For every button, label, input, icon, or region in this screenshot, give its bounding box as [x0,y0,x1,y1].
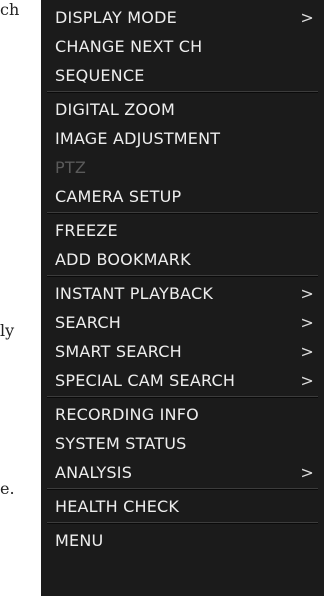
menu-item-label: INSTANT PLAYBACK [55,284,214,303]
menu-item-label: CHANGE NEXT CH [55,37,203,56]
menu-item-freeze[interactable]: FREEZE [41,216,324,245]
menu-item-label: SPECIAL CAM SEARCH [55,371,236,390]
menu-item-digital-zoom[interactable]: DIGITAL ZOOM [41,95,324,124]
submenu-arrow-icon: > [300,342,314,361]
menu-item-label: SMART SEARCH [55,342,182,361]
menu-item-sequence[interactable]: SEQUENCE [41,61,324,90]
menu-item-add-bookmark[interactable]: ADD BOOKMARK [41,245,324,274]
background-text-fragment: ly [0,321,15,340]
submenu-arrow-icon: > [300,8,314,27]
menu-item-label: SYSTEM STATUS [55,434,187,453]
submenu-arrow-icon: > [300,313,314,332]
menu-item-label: ANALYSIS [55,463,133,482]
menu-item-label: ADD BOOKMARK [55,250,191,269]
menu-item-label: CAMERA SETUP [55,187,182,206]
context-menu: DISPLAY MODE > CHANGE NEXT CH SEQUENCE D… [41,0,324,596]
menu-item-recording-info[interactable]: RECORDING INFO [41,400,324,429]
menu-item-label: MENU [55,531,104,550]
menu-item-label: HEALTH CHECK [55,497,180,516]
menu-item-label: PTZ [55,158,86,177]
background-text-fragment: ch [0,0,20,19]
menu-item-system-status[interactable]: SYSTEM STATUS [41,429,324,458]
background-text-fragment: e. [0,479,15,498]
menu-item-change-next-ch[interactable]: CHANGE NEXT CH [41,32,324,61]
submenu-arrow-icon: > [300,284,314,303]
menu-item-label: IMAGE ADJUSTMENT [55,129,221,148]
submenu-arrow-icon: > [300,371,314,390]
menu-item-smart-search[interactable]: SMART SEARCH > [41,337,324,366]
menu-item-label: FREEZE [55,221,118,240]
menu-item-camera-setup[interactable]: CAMERA SETUP [41,182,324,211]
menu-item-image-adjustment[interactable]: IMAGE ADJUSTMENT [41,124,324,153]
submenu-arrow-icon: > [300,463,314,482]
menu-item-label: SEQUENCE [55,66,145,85]
menu-item-label: DIGITAL ZOOM [55,100,175,119]
menu-item-display-mode[interactable]: DISPLAY MODE > [41,3,324,32]
menu-item-instant-playback[interactable]: INSTANT PLAYBACK > [41,279,324,308]
menu-item-label: DISPLAY MODE [55,8,177,27]
menu-item-label: SEARCH [55,313,121,332]
menu-item-ptz: PTZ [41,153,324,182]
menu-item-analysis[interactable]: ANALYSIS > [41,458,324,487]
menu-item-menu[interactable]: MENU [41,526,324,555]
menu-item-health-check[interactable]: HEALTH CHECK [41,492,324,521]
menu-item-search[interactable]: SEARCH > [41,308,324,337]
menu-item-label: RECORDING INFO [55,405,199,424]
menu-item-special-cam-search[interactable]: SPECIAL CAM SEARCH > [41,366,324,395]
